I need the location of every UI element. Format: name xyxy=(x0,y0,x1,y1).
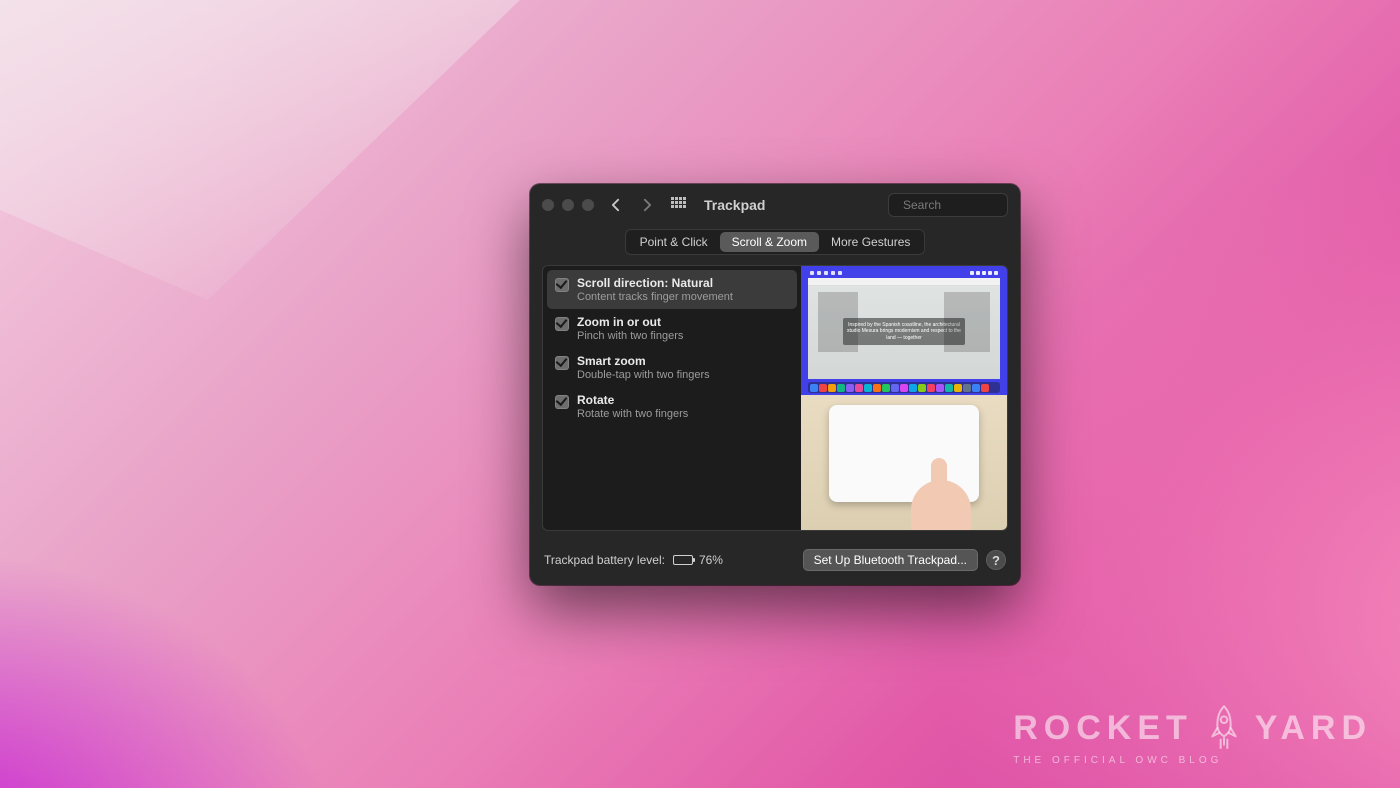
watermark-tagline: THE OFFICIAL OWC BLOG xyxy=(1013,755,1372,766)
footer: Trackpad battery level: 76% Set Up Bluet… xyxy=(530,543,1020,585)
options-list: Scroll direction: Natural Content tracks… xyxy=(543,266,801,530)
window-title: Trackpad xyxy=(704,197,765,213)
system-preferences-window: Trackpad Point & Click Scroll & Zoom Mor… xyxy=(530,184,1020,585)
grid-icon xyxy=(671,197,687,213)
checkbox-scroll-direction[interactable] xyxy=(555,278,569,292)
search-field[interactable] xyxy=(888,193,1008,217)
option-title: Rotate xyxy=(577,393,688,407)
option-scroll-direction[interactable]: Scroll direction: Natural Content tracks… xyxy=(547,270,797,309)
battery-percent: 76% xyxy=(699,553,723,567)
battery-icon xyxy=(673,555,693,565)
preview-trackpad xyxy=(801,395,1007,530)
forward-button[interactable] xyxy=(636,194,658,216)
content-pane: Scroll direction: Natural Content tracks… xyxy=(542,265,1008,531)
checkbox-smart-zoom[interactable] xyxy=(555,356,569,370)
checkbox-zoom[interactable] xyxy=(555,317,569,331)
rocket-yard-watermark: ROCKET YARD THE OFFICIAL OWC BLOG xyxy=(1013,703,1372,766)
help-button[interactable]: ? xyxy=(986,550,1006,570)
close-icon[interactable] xyxy=(542,199,554,211)
setup-bluetooth-trackpad-button[interactable]: Set Up Bluetooth Trackpad... xyxy=(803,549,978,571)
watermark-word-1: ROCKET xyxy=(1013,709,1193,748)
preview-dock xyxy=(808,382,1000,393)
option-desc: Rotate with two fingers xyxy=(577,408,688,420)
option-title: Zoom in or out xyxy=(577,315,683,329)
gesture-preview: Inspired by the Spanish coastline, the a… xyxy=(801,266,1007,530)
tab-bar: Point & Click Scroll & Zoom More Gesture… xyxy=(530,229,1020,255)
option-title: Smart zoom xyxy=(577,354,710,368)
preview-screen: Inspired by the Spanish coastline, the a… xyxy=(801,266,1007,395)
tab-scroll-and-zoom[interactable]: Scroll & Zoom xyxy=(720,232,819,252)
option-desc: Content tracks finger movement xyxy=(577,291,733,303)
search-input[interactable] xyxy=(903,198,1020,212)
preview-browser-window: Inspired by the Spanish coastline, the a… xyxy=(808,278,1000,379)
traffic-lights[interactable] xyxy=(542,199,594,211)
option-rotate[interactable]: Rotate Rotate with two fingers xyxy=(547,387,797,426)
option-smart-zoom[interactable]: Smart zoom Double-tap with two fingers xyxy=(547,348,797,387)
desktop-wallpaper: Trackpad Point & Click Scroll & Zoom Mor… xyxy=(0,0,1400,788)
zoom-icon[interactable] xyxy=(582,199,594,211)
checkbox-rotate[interactable] xyxy=(555,395,569,409)
option-title: Scroll direction: Natural xyxy=(577,276,733,290)
tab-more-gestures[interactable]: More Gestures xyxy=(819,232,922,252)
tab-point-and-click[interactable]: Point & Click xyxy=(628,232,720,252)
titlebar: Trackpad xyxy=(530,184,1020,223)
show-all-button[interactable] xyxy=(668,194,690,216)
back-button[interactable] xyxy=(604,194,626,216)
option-desc: Double-tap with two fingers xyxy=(577,369,710,381)
rocket-icon xyxy=(1207,703,1241,753)
minimize-icon[interactable] xyxy=(562,199,574,211)
hand-icon xyxy=(911,480,971,531)
preview-menubar xyxy=(807,269,1001,277)
battery-label: Trackpad battery level: xyxy=(544,553,665,567)
option-desc: Pinch with two fingers xyxy=(577,330,683,342)
watermark-word-2: YARD xyxy=(1255,709,1372,748)
option-zoom[interactable]: Zoom in or out Pinch with two fingers xyxy=(547,309,797,348)
wallpaper-highlight xyxy=(0,0,520,300)
segmented-control[interactable]: Point & Click Scroll & Zoom More Gesture… xyxy=(625,229,926,255)
